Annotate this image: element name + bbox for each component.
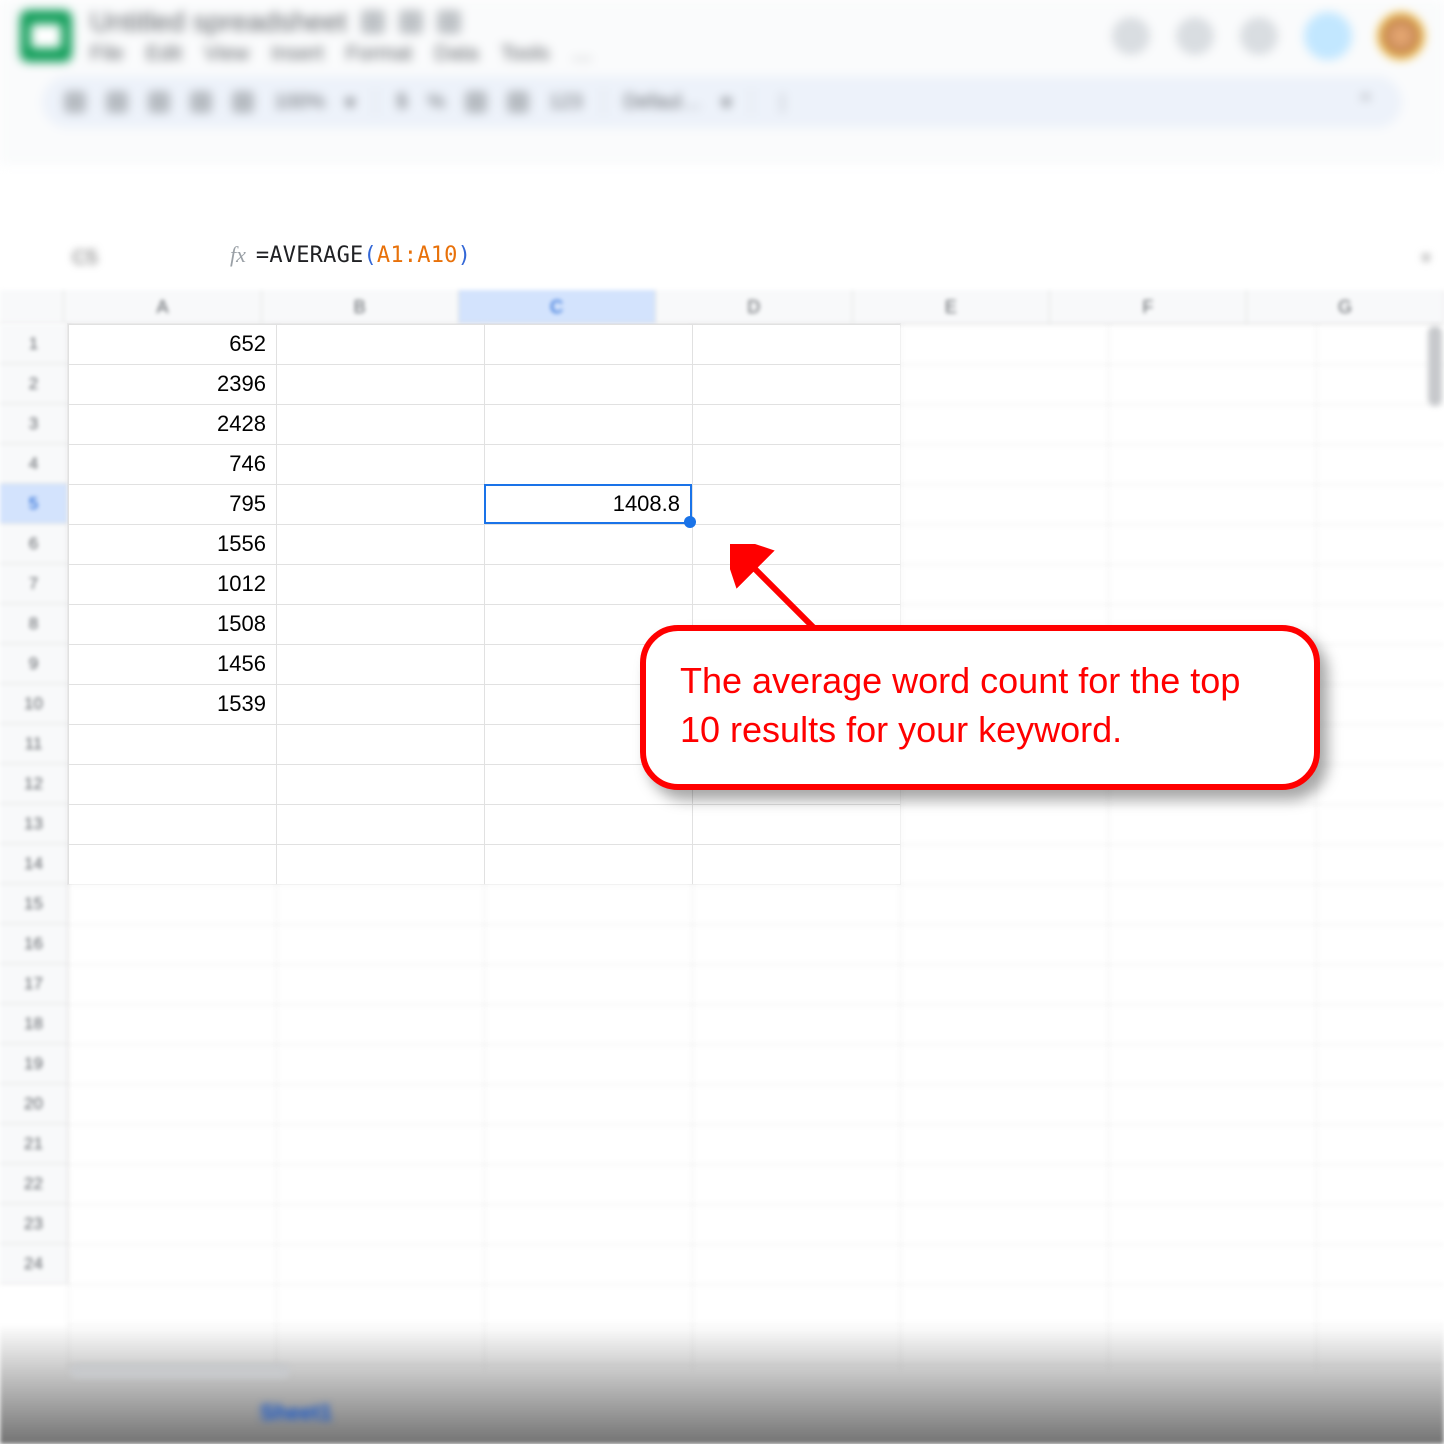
row-header-6[interactable]: 6 bbox=[0, 524, 68, 564]
row-header-20[interactable]: 20 bbox=[0, 1084, 68, 1124]
menu-format[interactable]: Format bbox=[346, 42, 413, 66]
cell-A4[interactable]: 746 bbox=[68, 444, 276, 484]
cloud-icon[interactable] bbox=[437, 10, 461, 34]
move-icon[interactable] bbox=[399, 10, 423, 34]
collapse-toolbar-icon[interactable]: ⌃ bbox=[1357, 90, 1374, 115]
search-icon[interactable] bbox=[64, 91, 86, 113]
row-header-9[interactable]: 9 bbox=[0, 644, 68, 684]
cell-A2[interactable]: 2396 bbox=[68, 364, 276, 404]
redo-icon[interactable] bbox=[148, 91, 170, 113]
col-header-B[interactable]: B bbox=[262, 290, 459, 324]
row-header-5[interactable]: 5 bbox=[0, 484, 68, 524]
col-header-A[interactable]: A bbox=[64, 290, 261, 324]
menu-view[interactable]: View bbox=[204, 42, 249, 66]
selected-cell-value: 1408.8 bbox=[613, 491, 680, 517]
menu-insert[interactable]: Insert bbox=[271, 42, 324, 66]
row-header-23[interactable]: 23 bbox=[0, 1204, 68, 1244]
cell-A6[interactable]: 1556 bbox=[68, 524, 276, 564]
row-header-8[interactable]: 8 bbox=[0, 604, 68, 644]
sheets-logo bbox=[20, 10, 72, 62]
row-header-13[interactable]: 13 bbox=[0, 804, 68, 844]
sheet-tab[interactable]: Sheet1 bbox=[260, 1400, 332, 1426]
account-avatar[interactable] bbox=[1378, 13, 1424, 59]
doc-title[interactable]: Untitled spreadsheet bbox=[90, 6, 347, 38]
toolbar: 100%▾ $ % 123 Defaul…▾ ⋮ ⌃ bbox=[42, 76, 1402, 128]
row-header-11[interactable]: 11 bbox=[0, 724, 68, 764]
col-header-E[interactable]: E bbox=[853, 290, 1050, 324]
row-header-18[interactable]: 18 bbox=[0, 1004, 68, 1044]
horizontal-scrollbar[interactable] bbox=[70, 1364, 290, 1378]
menu-edit[interactable]: Edit bbox=[146, 42, 182, 66]
comments-icon[interactable] bbox=[1176, 17, 1214, 55]
decrease-decimal-icon[interactable] bbox=[465, 91, 487, 113]
cell-A5[interactable]: 795 bbox=[68, 484, 276, 524]
menu-tools[interactable]: Tools bbox=[501, 42, 550, 66]
fill-handle[interactable] bbox=[684, 516, 696, 528]
col-header-C[interactable]: C bbox=[459, 290, 656, 324]
more-tools-icon[interactable]: ⋮ bbox=[772, 90, 792, 115]
cell-A3[interactable]: 2428 bbox=[68, 404, 276, 444]
row-header-21[interactable]: 21 bbox=[0, 1124, 68, 1164]
format-number[interactable]: 123 bbox=[549, 91, 582, 114]
formula-bar[interactable]: fx =AVERAGE(A1:A10) bbox=[224, 233, 481, 277]
spreadsheet-grid[interactable]: ABCDEFG 12345678910111213141516171819202… bbox=[0, 290, 1444, 1444]
annotation-callout: The average word count for the top 10 re… bbox=[640, 625, 1320, 790]
cell-A1[interactable]: 652 bbox=[68, 324, 276, 364]
app-header: Untitled spreadsheet File Edit View Inse… bbox=[0, 0, 1444, 165]
menu-file[interactable]: File bbox=[90, 42, 124, 66]
formula-text[interactable]: =AVERAGE(A1:A10) bbox=[256, 243, 471, 268]
row-header-10[interactable]: 10 bbox=[0, 684, 68, 724]
cell-A7[interactable]: 1012 bbox=[68, 564, 276, 604]
cell-A9[interactable]: 1456 bbox=[68, 644, 276, 684]
history-icon[interactable] bbox=[1112, 17, 1150, 55]
star-icon[interactable] bbox=[361, 10, 385, 34]
col-header-F[interactable]: F bbox=[1050, 290, 1247, 324]
row-headers: 123456789101112131415161718192021222324 bbox=[0, 324, 68, 1284]
col-header-D[interactable]: D bbox=[656, 290, 853, 324]
data-region: 6522396242874679515561012150814561539 bbox=[68, 324, 900, 884]
font-select[interactable]: Defaul… bbox=[624, 91, 702, 114]
name-box[interactable]: C5 bbox=[0, 247, 158, 270]
row-header-17[interactable]: 17 bbox=[0, 964, 68, 1004]
zoom-select[interactable]: 100% bbox=[274, 91, 325, 114]
print-icon[interactable] bbox=[190, 91, 212, 113]
format-currency[interactable]: $ bbox=[396, 91, 407, 114]
col-header-G[interactable]: G bbox=[1247, 290, 1444, 324]
fx-icon: fx bbox=[230, 242, 246, 268]
cell-A10[interactable]: 1539 bbox=[68, 684, 276, 724]
undo-icon[interactable] bbox=[106, 91, 128, 113]
share-button[interactable] bbox=[1304, 12, 1352, 60]
row-header-24[interactable]: 24 bbox=[0, 1244, 68, 1284]
row-header-1[interactable]: 1 bbox=[0, 324, 68, 364]
select-all-corner[interactable] bbox=[0, 290, 64, 324]
column-headers: ABCDEFG bbox=[0, 290, 1444, 324]
increase-decimal-icon[interactable] bbox=[507, 91, 529, 113]
format-percent[interactable]: % bbox=[427, 91, 445, 114]
row-header-19[interactable]: 19 bbox=[0, 1044, 68, 1084]
cell-A8[interactable]: 1508 bbox=[68, 604, 276, 644]
row-header-16[interactable]: 16 bbox=[0, 924, 68, 964]
row-header-3[interactable]: 3 bbox=[0, 404, 68, 444]
menu-bar: File Edit View Insert Format Data Tools … bbox=[90, 42, 593, 66]
menu-data[interactable]: Data bbox=[434, 42, 478, 66]
bottom-vignette bbox=[0, 1324, 1444, 1444]
paint-format-icon[interactable] bbox=[232, 91, 254, 113]
row-header-14[interactable]: 14 bbox=[0, 844, 68, 884]
meet-icon[interactable] bbox=[1240, 17, 1278, 55]
row-header-15[interactable]: 15 bbox=[0, 884, 68, 924]
selected-cell[interactable]: 1408.8 bbox=[484, 484, 692, 524]
row-header-4[interactable]: 4 bbox=[0, 444, 68, 484]
formula-bar-row: C5 ▾ bbox=[0, 236, 1444, 280]
menu-more[interactable]: … bbox=[572, 42, 593, 66]
row-header-22[interactable]: 22 bbox=[0, 1164, 68, 1204]
row-header-12[interactable]: 12 bbox=[0, 764, 68, 804]
vertical-scrollbar[interactable] bbox=[1428, 326, 1442, 406]
row-header-2[interactable]: 2 bbox=[0, 364, 68, 404]
annotation-text: The average word count for the top 10 re… bbox=[680, 660, 1240, 750]
row-header-7[interactable]: 7 bbox=[0, 564, 68, 604]
